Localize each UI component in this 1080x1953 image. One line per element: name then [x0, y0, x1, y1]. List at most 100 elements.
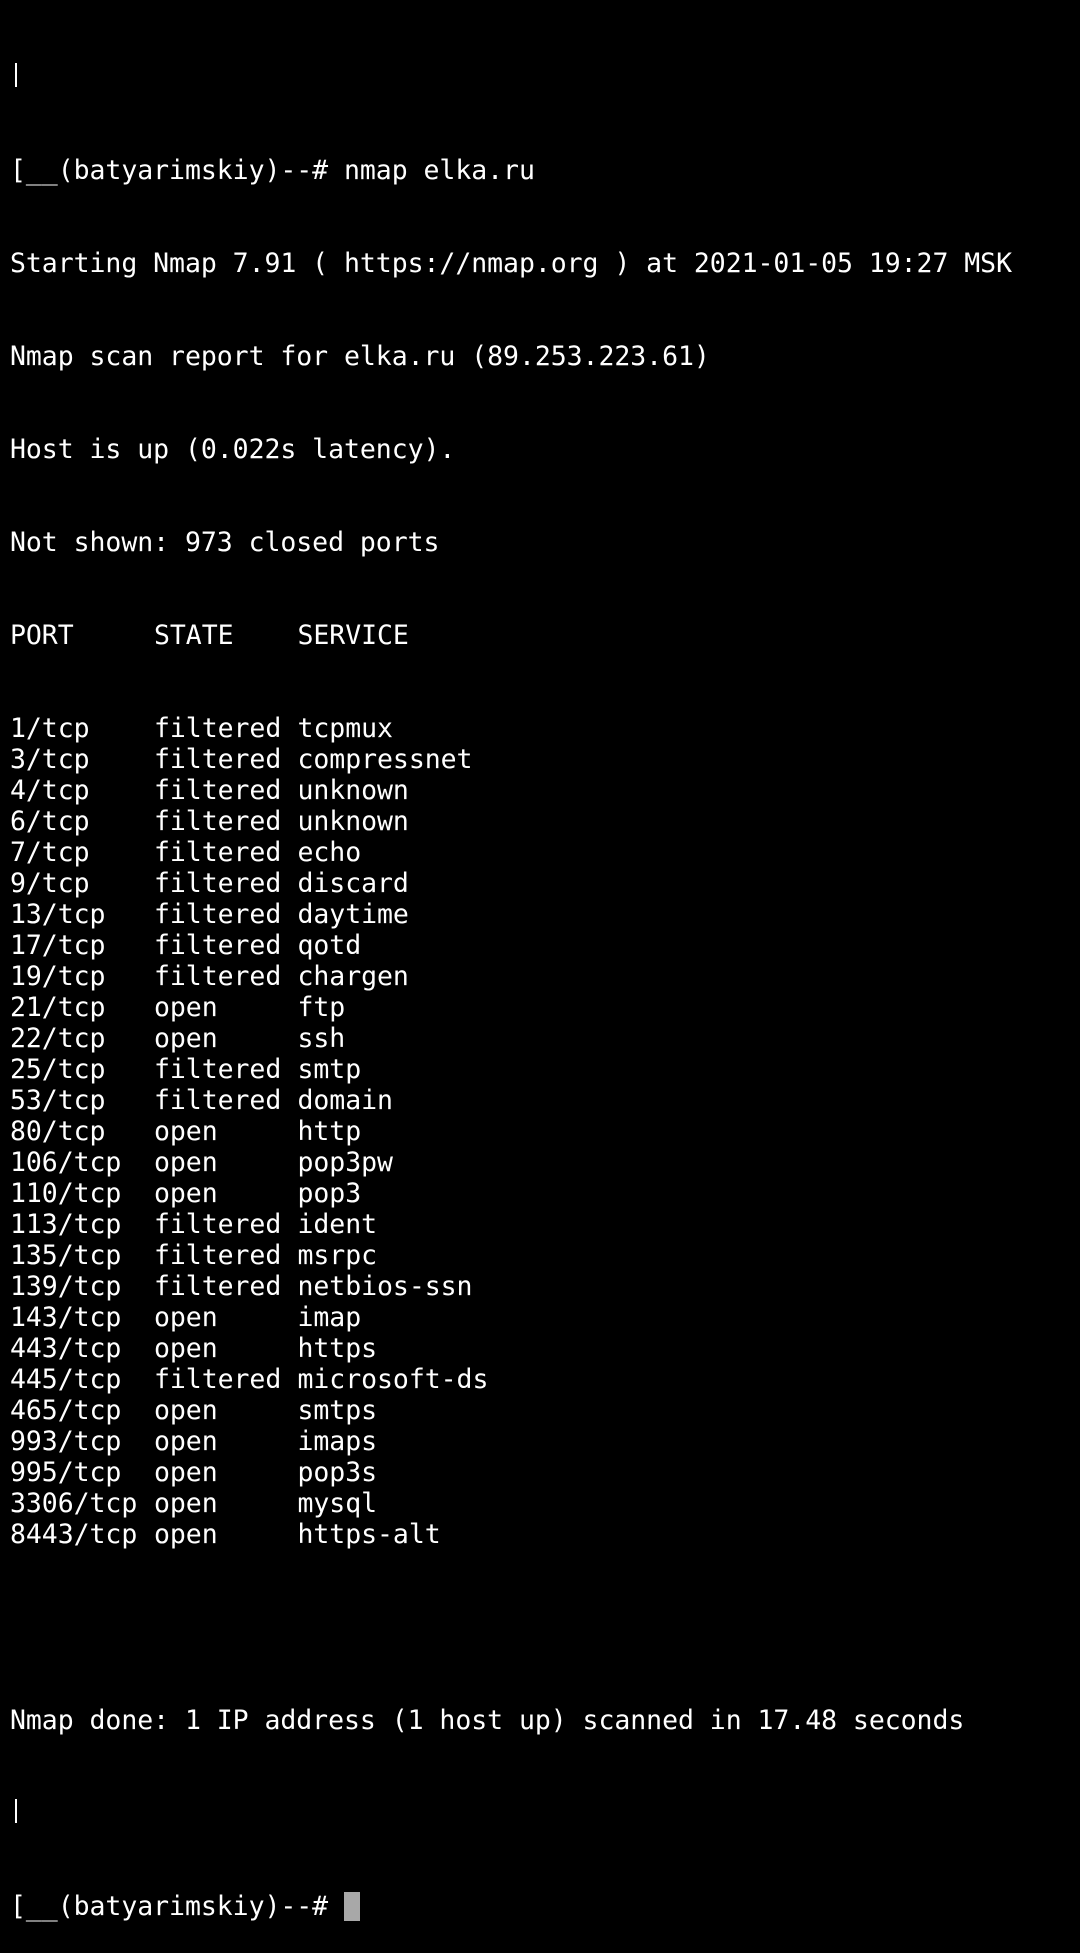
state-cell: filtered	[154, 806, 282, 837]
port-row: 995/tcp open pop3s	[10, 1457, 1080, 1488]
service-cell: http	[297, 1116, 362, 1147]
state-cell: open	[154, 1147, 218, 1178]
port-table: 1/tcp filtered tcpmux 3/tcp filtered compress…	[10, 713, 1080, 1550]
port-row: 17/tcp filtered qotd	[10, 930, 1080, 961]
port-row: 993/tcp open imaps	[10, 1426, 1080, 1457]
port-row: 13/tcp filtered daytime	[10, 899, 1080, 930]
state-cell: open	[154, 1178, 218, 1209]
state-cell: open	[154, 1426, 218, 1457]
port-cell: 6/tcp	[10, 806, 90, 837]
port-cell: 8443/tcp	[10, 1519, 138, 1550]
port-row: 3306/tcp open mysql	[10, 1488, 1080, 1519]
port-row: 465/tcp open smtps	[10, 1395, 1080, 1426]
prompt-connector-bar	[15, 63, 17, 87]
port-cell: 3/tcp	[10, 744, 90, 775]
port-cell: 80/tcp	[10, 1116, 106, 1147]
state-cell: filtered	[154, 1085, 282, 1116]
port-row: 80/tcp open http	[10, 1116, 1080, 1147]
port-cell: 113/tcp	[10, 1209, 122, 1240]
prompt-separator-line	[10, 62, 1080, 93]
port-table-header: PORT STATE SERVICE	[10, 620, 1080, 651]
service-cell: echo	[297, 837, 362, 868]
state-cell: open	[154, 1395, 218, 1426]
output-not-shown: Not shown: 973 closed ports	[10, 527, 440, 558]
service-cell: microsoft-ds	[297, 1364, 489, 1395]
service-cell: domain	[297, 1085, 393, 1116]
port-cell: 25/tcp	[10, 1054, 106, 1085]
state-cell: open	[154, 1457, 218, 1488]
service-cell: ftp	[297, 992, 346, 1023]
state-cell: open	[154, 1023, 218, 1054]
state-cell: open	[154, 1488, 218, 1519]
state-cell: open	[154, 1333, 218, 1364]
state-cell: filtered	[154, 899, 282, 930]
port-cell: 139/tcp	[10, 1271, 122, 1302]
text-cursor[interactable]	[344, 1892, 360, 1921]
service-cell: unknown	[297, 775, 409, 806]
port-cell: 995/tcp	[10, 1457, 122, 1488]
state-cell: filtered	[154, 1240, 282, 1271]
state-cell: filtered	[154, 1054, 282, 1085]
port-row: 106/tcp open pop3pw	[10, 1147, 1080, 1178]
service-cell: daytime	[297, 899, 409, 930]
port-row: 9/tcp filtered discard	[10, 868, 1080, 899]
state-cell: open	[154, 1302, 218, 1333]
port-cell: 22/tcp	[10, 1023, 106, 1054]
service-cell: smtp	[297, 1054, 362, 1085]
port-row: 53/tcp filtered domain	[10, 1085, 1080, 1116]
output-done: Nmap done: 1 IP address (1 host up) scan…	[10, 1705, 965, 1736]
port-row: 1/tcp filtered tcpmux	[10, 713, 1080, 744]
port-row: 19/tcp filtered chargen	[10, 961, 1080, 992]
port-cell: 4/tcp	[10, 775, 90, 806]
port-cell: 9/tcp	[10, 868, 90, 899]
active-prompt-line[interactable]: [__(batyarimskiy)--#	[10, 1891, 1080, 1922]
service-cell: ident	[297, 1209, 378, 1240]
port-row: 25/tcp filtered smtp	[10, 1054, 1080, 1085]
port-cell: 7/tcp	[10, 837, 90, 868]
state-cell: filtered	[154, 775, 282, 806]
command-text: nmap elka.ru	[344, 155, 535, 186]
state-cell: open	[154, 1116, 218, 1147]
header-state: STATE	[154, 620, 234, 651]
output-host-status: Host is up (0.022s latency).	[10, 434, 456, 465]
service-cell: discard	[297, 868, 409, 899]
terminal-window[interactable]: [__(batyarimskiy)--# nmap elka.ru Starti…	[10, 0, 1080, 1922]
service-cell: qotd	[297, 930, 362, 961]
port-row: 7/tcp filtered echo	[10, 837, 1080, 868]
prompt-connector-bar	[15, 1799, 17, 1823]
port-row: 445/tcp filtered microsoft-ds	[10, 1364, 1080, 1395]
state-cell: open	[154, 1519, 218, 1550]
port-row: 21/tcp open ftp	[10, 992, 1080, 1023]
port-cell: 17/tcp	[10, 930, 106, 961]
port-cell: 106/tcp	[10, 1147, 122, 1178]
service-cell: smtps	[297, 1395, 378, 1426]
prompt-separator-line	[10, 1798, 1080, 1829]
port-row: 22/tcp open ssh	[10, 1023, 1080, 1054]
port-row: 8443/tcp open https-alt	[10, 1519, 1080, 1550]
service-cell: tcpmux	[297, 713, 393, 744]
service-cell: pop3pw	[297, 1147, 393, 1178]
service-cell: ssh	[297, 1023, 346, 1054]
port-row: 443/tcp open https	[10, 1333, 1080, 1364]
service-cell: pop3	[297, 1178, 362, 1209]
port-cell: 13/tcp	[10, 899, 106, 930]
port-cell: 19/tcp	[10, 961, 106, 992]
port-row: 4/tcp filtered unknown	[10, 775, 1080, 806]
state-cell: open	[154, 992, 218, 1023]
port-row: 6/tcp filtered unknown	[10, 806, 1080, 837]
port-cell: 21/tcp	[10, 992, 106, 1023]
port-cell: 445/tcp	[10, 1364, 122, 1395]
port-row: 113/tcp filtered ident	[10, 1209, 1080, 1240]
state-cell: filtered	[154, 837, 282, 868]
service-cell: https-alt	[297, 1519, 441, 1550]
port-row: 143/tcp open imap	[10, 1302, 1080, 1333]
header-port: PORT	[10, 620, 74, 651]
prompt: [__(batyarimskiy)--#	[10, 1891, 344, 1922]
port-cell: 53/tcp	[10, 1085, 106, 1116]
state-cell: filtered	[154, 744, 282, 775]
port-row: 139/tcp filtered netbios-ssn	[10, 1271, 1080, 1302]
output-starting: Starting Nmap 7.91 ( https://nmap.org ) …	[10, 248, 1012, 279]
port-cell: 993/tcp	[10, 1426, 122, 1457]
service-cell: mysql	[297, 1488, 378, 1519]
